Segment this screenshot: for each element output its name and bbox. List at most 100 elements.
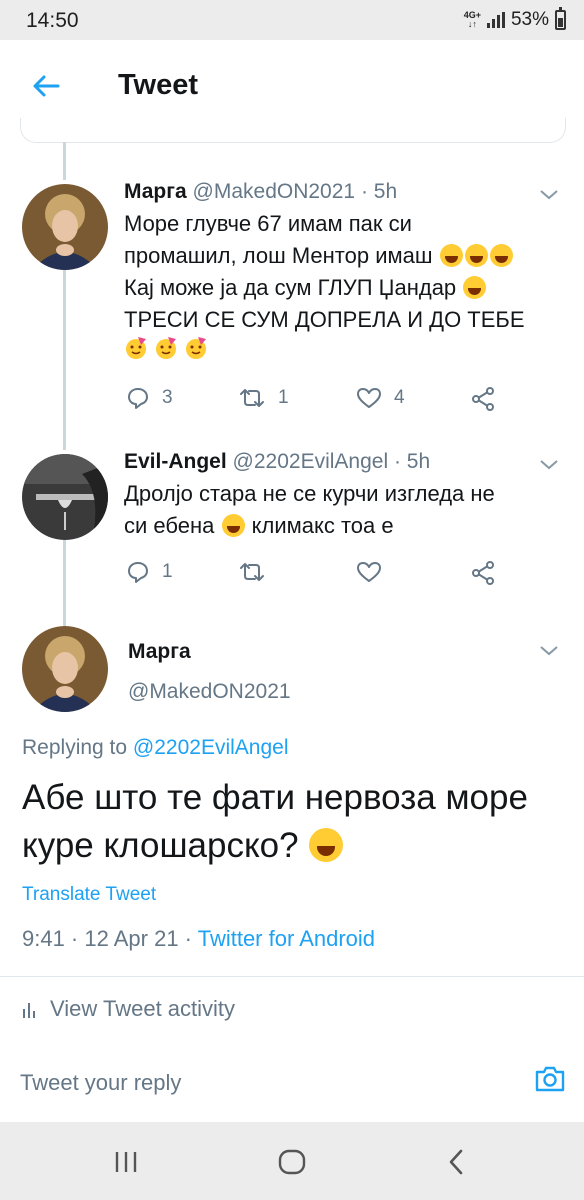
laughing-emoji-icon <box>463 276 487 299</box>
recent-apps-button[interactable] <box>96 1142 156 1182</box>
status-time: 14:50 <box>26 9 79 32</box>
tweet-text-line: промашил, лош Ментор имаш <box>124 243 433 268</box>
reply-icon <box>128 388 148 409</box>
share-icon <box>472 387 494 411</box>
signal-icon <box>486 12 505 28</box>
tweet-text-line: Кај може ја да сум ГЛУП Џандар <box>124 275 457 300</box>
laughing-emoji-icon <box>489 244 513 267</box>
reply-composer <box>0 1044 584 1122</box>
avatar-image <box>22 184 108 270</box>
status-icons: 4G+ ↓↑ 53% <box>463 7 566 31</box>
tweet-time: · 5h <box>360 180 398 203</box>
tweet-author-line: Evil-Angel @2202EvilAngel · 5h <box>124 450 562 474</box>
view-tweet-activity-button[interactable]: View Tweet activity <box>22 996 235 1022</box>
replying-to: Replying to @2202EvilAngel <box>22 736 289 760</box>
activity-chart-icon <box>23 1003 35 1018</box>
tweet-text-line: климакс тоа е <box>251 513 394 538</box>
focus-tweet-text: Абе што те фати нервоза море куре клошар… <box>22 774 562 870</box>
replying-to-label: Replying to <box>22 736 128 759</box>
arrow-left-icon <box>33 75 60 97</box>
camera-button[interactable] <box>534 1064 566 1099</box>
heart-icon <box>357 562 381 582</box>
divider <box>0 976 584 977</box>
avatar[interactable] <box>22 454 108 540</box>
heart-icon <box>357 388 381 408</box>
recent-apps-icon <box>115 1152 137 1172</box>
replying-to-mention[interactable]: @2202EvilAngel <box>133 736 289 759</box>
tweet-text-line: ТРЕСИ СЕ СУМ ДОПРЕЛА И ДО ТЕБЕ <box>124 307 525 332</box>
reply-count: 3 <box>162 387 173 408</box>
back-button[interactable] <box>22 62 70 110</box>
avatar[interactable] <box>22 184 108 270</box>
retweet-icon <box>240 389 264 407</box>
focus-author-name[interactable]: Марга <box>128 640 191 664</box>
laughing-emoji-icon <box>439 244 463 267</box>
thread-line <box>63 142 66 180</box>
focus-author-handle: @MakedON2021 <box>128 680 291 703</box>
tweet-text: Дролјо стара не се курчи изгледа не си е… <box>124 478 562 542</box>
camera-icon <box>535 1066 565 1092</box>
reply-button[interactable]: 1 <box>126 560 173 584</box>
retweet-button[interactable] <box>238 560 278 584</box>
thread-line <box>63 540 66 626</box>
retweet-count: 1 <box>278 387 289 408</box>
share-icon <box>472 561 494 585</box>
focus-tweet-text-content: Абе што те фати нервоза море куре клошар… <box>22 778 528 865</box>
like-button[interactable]: 4 <box>356 386 405 410</box>
share-button[interactable] <box>470 386 496 412</box>
chevron-down-icon[interactable] <box>538 456 560 472</box>
tweet-text-line: Дролјо стара не се курчи изгледа не <box>124 481 495 506</box>
tweet-source-link[interactable]: Twitter for Android <box>198 926 375 951</box>
like-button[interactable] <box>356 560 394 584</box>
avatar-image <box>22 454 108 540</box>
home-button[interactable] <box>262 1142 322 1182</box>
retweet-button[interactable]: 1 <box>238 386 289 410</box>
chevron-left-icon <box>449 1149 463 1175</box>
retweet-icon <box>240 563 264 581</box>
tweet-body: Марга @MakedON2021 · 5h Море глувче 67 и… <box>124 180 562 369</box>
battery-icon <box>555 7 566 30</box>
party-face-icon <box>186 337 207 359</box>
chevron-down-icon[interactable] <box>538 186 560 202</box>
author-name[interactable]: Evil-Angel <box>124 450 227 473</box>
network-icon: 4G+ ↓↑ <box>463 10 481 29</box>
tweet-text-line: Море глувче 67 имам пак си <box>124 211 412 236</box>
laughing-emoji-icon <box>309 828 344 862</box>
tweet-text: Море глувче 67 имам пак си промашил, лош… <box>124 208 562 369</box>
chevron-down-icon[interactable] <box>538 642 560 658</box>
share-button[interactable] <box>470 560 496 586</box>
translate-tweet-link[interactable]: Translate Tweet <box>22 884 156 906</box>
party-face-icon <box>126 337 146 359</box>
winking-emoji-icon <box>221 514 245 537</box>
view-tweet-activity-label: View Tweet activity <box>50 996 236 1021</box>
reply-count: 1 <box>162 561 173 582</box>
tweet-actions: 1 <box>126 560 526 590</box>
status-bar: 14:50 4G+ ↓↑ 53% <box>0 0 584 40</box>
laughing-emoji-icon <box>464 244 488 267</box>
thread-line <box>63 270 66 450</box>
author-handle: @2202EvilAngel <box>232 450 389 473</box>
author-handle: @MakedON2021 <box>192 180 356 203</box>
like-count: 4 <box>394 387 405 408</box>
tweet-timestamp: 9:41 · 12 Apr 21 · <box>22 926 192 951</box>
reply-icon <box>128 562 148 583</box>
tweet-text-line: си ебена <box>124 513 215 538</box>
back-nav-button[interactable] <box>426 1142 486 1182</box>
android-nav-bar <box>0 1122 584 1200</box>
avatar-image <box>22 626 108 712</box>
author-name[interactable]: Марга <box>124 180 187 203</box>
previous-tweet-card-edge <box>20 118 566 143</box>
tweet-body: Evil-Angel @2202EvilAngel · 5h Дролјо ст… <box>124 450 562 542</box>
reply-input[interactable] <box>20 1070 480 1096</box>
tweet-author-line: Марга @MakedON2021 · 5h <box>124 180 562 204</box>
tweet-time: · 5h <box>393 450 431 473</box>
tweet-actions: 3 1 4 <box>126 386 526 416</box>
home-icon <box>278 1149 306 1175</box>
tweet-meta: 9:41 · 12 Apr 21 · Twitter for Android <box>22 926 375 952</box>
focus-avatar[interactable] <box>22 626 108 712</box>
party-face-icon <box>156 337 177 359</box>
reply-button[interactable]: 3 <box>126 386 173 410</box>
page-title: Tweet <box>118 69 199 101</box>
battery-percentage: 53% <box>510 9 549 30</box>
party-emojis <box>124 336 562 369</box>
